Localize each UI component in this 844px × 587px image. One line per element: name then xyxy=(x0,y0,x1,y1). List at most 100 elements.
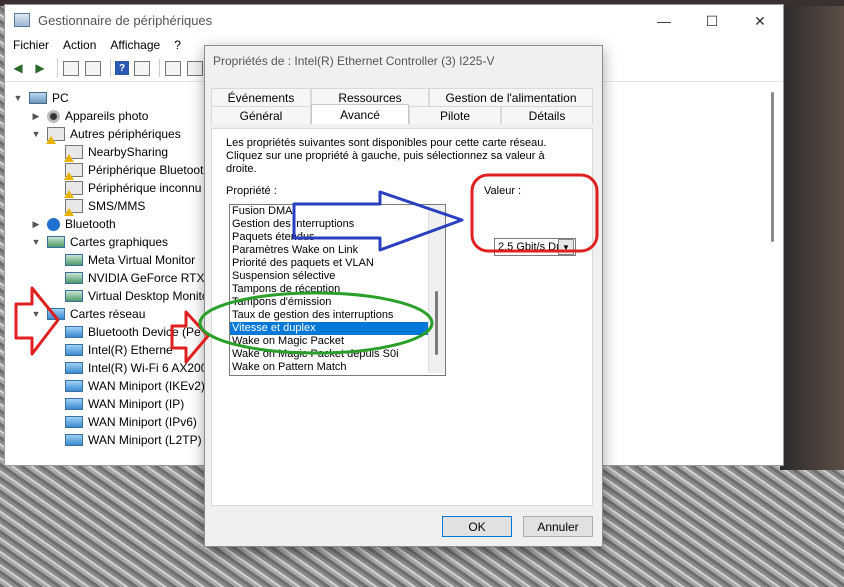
scan-hardware-icon[interactable] xyxy=(186,59,204,77)
menu-help[interactable]: ? xyxy=(174,38,181,52)
display-adapter-icon xyxy=(65,254,83,266)
list-item[interactable]: Wake on Magic Packet xyxy=(230,335,445,348)
tree-label: Périphérique inconnu xyxy=(88,181,202,195)
expand-chevron-icon[interactable]: ▶ xyxy=(31,219,41,230)
tree-label: Périphérique Bluetooth xyxy=(88,163,211,177)
forward-arrow-icon[interactable]: ▶ xyxy=(31,59,49,77)
list-item[interactable]: Fusion DMA xyxy=(230,205,445,218)
tree-label: PC xyxy=(52,91,69,105)
cancel-button[interactable]: Annuler xyxy=(523,516,593,537)
property-list-scrollbar[interactable] xyxy=(428,205,445,373)
list-item[interactable]: Tampons de réception xyxy=(230,283,445,296)
tree-node-other-devices[interactable]: ▼ Autres périphériques xyxy=(31,125,181,144)
tree-label: NearbySharing xyxy=(88,145,169,159)
properties-icon[interactable] xyxy=(84,59,102,77)
expand-chevron-icon[interactable]: ▶ xyxy=(31,111,41,122)
tree-node-wan-ipv6[interactable]: WAN Miniport (IPv6) xyxy=(65,413,197,431)
tree-label: Autres périphériques xyxy=(70,127,181,141)
dropdown-arrow-icon[interactable]: ▼ xyxy=(558,239,574,255)
help-icon[interactable]: ? xyxy=(115,61,129,75)
toolbar-separator xyxy=(159,59,160,77)
update-driver-icon[interactable] xyxy=(164,59,182,77)
value-dropdown[interactable]: 2,5 Gbit/s Du ▼ xyxy=(494,238,576,256)
tree-scrollbar[interactable] xyxy=(769,87,777,437)
network-adapter-icon xyxy=(65,398,83,410)
tree-node-intel-wifi[interactable]: Intel(R) Wi-Fi 6 AX200 xyxy=(65,359,207,377)
collapse-chevron-icon[interactable]: ▼ xyxy=(31,129,41,139)
tree-label: Intel(R) Wi-Fi 6 AX200 xyxy=(88,361,208,375)
view-icon[interactable] xyxy=(62,59,80,77)
list-item[interactable]: Paramètres Wake on Link xyxy=(230,244,445,257)
action-icon[interactable] xyxy=(133,59,151,77)
menu-affichage[interactable]: Affichage xyxy=(110,38,160,52)
scrollbar-thumb[interactable] xyxy=(771,92,774,242)
value-label: Valeur : xyxy=(484,185,522,197)
back-arrow-icon[interactable]: ◀ xyxy=(9,59,27,77)
tab-evenements[interactable]: Événements xyxy=(211,88,311,106)
tree-label: WAN Miniport (L2TP) xyxy=(88,433,202,447)
collapse-chevron-icon[interactable]: ▼ xyxy=(13,93,23,103)
tree-node-bluetooth[interactable]: ▶ Bluetooth xyxy=(31,215,116,233)
tree-label: Bluetooth Device (Pe xyxy=(88,325,201,339)
value-selected: 2,5 Gbit/s Du xyxy=(498,241,558,253)
menu-action[interactable]: Action xyxy=(63,38,96,52)
tree-label: WAN Miniport (IP) xyxy=(88,397,185,411)
tree-node-nearbysharing[interactable]: NearbySharing xyxy=(64,143,169,162)
minimize-button[interactable]: — xyxy=(641,9,687,33)
close-button[interactable]: ✕ xyxy=(737,9,783,33)
network-adapter-icon xyxy=(65,362,83,374)
tree-node-bt-peripheral[interactable]: Périphérique Bluetooth xyxy=(64,161,211,180)
background-dark-area xyxy=(780,0,844,470)
toolbar-separator xyxy=(57,59,58,77)
list-item[interactable]: Priorité des paquets et VLAN xyxy=(230,257,445,270)
property-list[interactable]: Fusion DMA Gestion des interruptions Paq… xyxy=(229,204,446,376)
tab-details[interactable]: Détails xyxy=(501,106,593,124)
tree-node-pc[interactable]: ▼ PC xyxy=(13,89,69,107)
list-item[interactable]: Wake on Pattern Match xyxy=(230,361,445,374)
tab-general[interactable]: Général xyxy=(211,106,311,124)
list-item[interactable]: Taux de gestion des interruptions xyxy=(230,309,445,322)
tree-node-wan-ikev2[interactable]: WAN Miniport (IKEv2) xyxy=(65,377,205,395)
tree-label: Bluetooth xyxy=(65,217,116,231)
tab-avance[interactable]: Avancé xyxy=(311,104,409,124)
dialog-title: Propriétés de : Intel(R) Ethernet Contro… xyxy=(213,54,495,68)
tree-node-sms-mms[interactable]: SMS/MMS xyxy=(64,197,145,216)
unknown-device-warning-icon xyxy=(64,181,83,198)
tree-node-bt-device[interactable]: Bluetooth Device (Pe xyxy=(65,323,201,341)
tree-node-wan-ip[interactable]: WAN Miniport (IP) xyxy=(65,395,184,413)
tree-node-display-adapters[interactable]: ▼ Cartes graphiques xyxy=(31,233,169,251)
tree-label: WAN Miniport (IKEv2) xyxy=(88,379,205,393)
list-item[interactable]: Tampons d'émission xyxy=(230,296,445,309)
list-item[interactable]: Paquets étendus xyxy=(230,231,445,244)
tree-node-unknown-device[interactable]: Périphérique inconnu xyxy=(64,179,202,198)
tab-pilote[interactable]: Pilote xyxy=(409,106,501,124)
property-label: Propriété : xyxy=(226,185,277,197)
maximize-button[interactable]: ☐ xyxy=(689,9,735,33)
tree-node-wan-l2tp[interactable]: WAN Miniport (L2TP) xyxy=(65,431,202,449)
bluetooth-icon xyxy=(47,217,60,231)
tab-power-management[interactable]: Gestion de l'alimentation xyxy=(429,88,593,106)
tree-label: NVIDIA GeForce RTX 40 xyxy=(88,271,222,285)
unknown-device-warning-icon xyxy=(64,199,83,216)
camera-icon xyxy=(47,109,60,123)
tree-node-nvidia[interactable]: NVIDIA GeForce RTX 40 xyxy=(65,269,221,287)
network-adapter-icon xyxy=(65,326,83,338)
display-adapter-icon xyxy=(65,272,83,284)
list-item[interactable]: Wake on Magic Packet depuis S0i xyxy=(230,348,445,361)
list-item[interactable]: Suspension sélective xyxy=(230,270,445,283)
menu-fichier[interactable]: Fichier xyxy=(13,38,49,52)
list-item[interactable]: Gestion des interruptions xyxy=(230,218,445,231)
collapse-chevron-icon[interactable]: ▼ xyxy=(31,309,41,319)
ok-button[interactable]: OK xyxy=(442,516,512,537)
tree-label: Meta Virtual Monitor xyxy=(88,253,196,267)
network-adapter-icon xyxy=(65,434,83,446)
properties-dialog: Propriétés de : Intel(R) Ethernet Contro… xyxy=(204,45,603,547)
tree-node-meta-monitor[interactable]: Meta Virtual Monitor xyxy=(65,251,195,269)
list-item-selected[interactable]: Vitesse et duplex xyxy=(230,322,445,335)
collapse-chevron-icon[interactable]: ▼ xyxy=(31,237,41,247)
tree-node-network-adapters[interactable]: ▼ Cartes réseau xyxy=(31,305,146,323)
tree-node-virtual-desktop[interactable]: Virtual Desktop Monito xyxy=(65,287,209,305)
tree-node-intel-ethernet[interactable]: Intel(R) Etherne xyxy=(65,341,173,359)
tree-node-cameras[interactable]: ▶ Appareils photo xyxy=(31,107,149,125)
scrollbar-thumb[interactable] xyxy=(435,291,438,355)
